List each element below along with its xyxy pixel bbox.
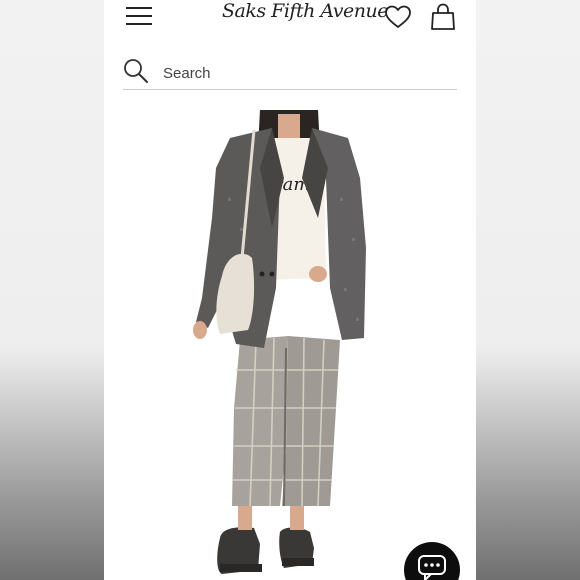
wishlist-button[interactable] xyxy=(384,4,412,30)
search-input[interactable] xyxy=(163,63,443,83)
shopping-bag-button[interactable] xyxy=(428,2,458,32)
mobile-page: Saks Fifth Avenue Search ram xyxy=(104,0,476,580)
backdrop-left xyxy=(0,0,104,580)
heart-icon xyxy=(385,5,411,28)
search-icon xyxy=(124,59,148,83)
brand-logo[interactable]: Saks Fifth Avenue xyxy=(222,0,389,28)
backdrop-right xyxy=(476,0,580,580)
search-bar[interactable] xyxy=(123,58,457,90)
menu-line xyxy=(126,7,152,9)
shopping-bag-icon xyxy=(431,3,455,30)
menu-button[interactable] xyxy=(126,5,154,27)
menu-line xyxy=(126,15,152,17)
site-header: Saks Fifth Avenue xyxy=(104,0,476,40)
product-photo: ram xyxy=(104,108,476,580)
menu-line xyxy=(126,23,152,25)
chat-bubble-icon xyxy=(418,555,446,580)
